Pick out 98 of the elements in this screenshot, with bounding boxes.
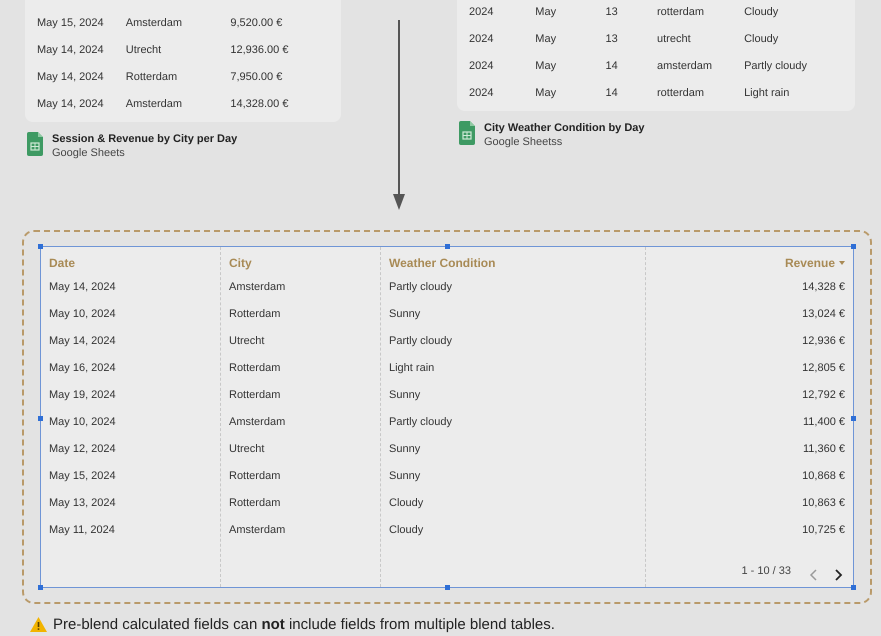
table-cell-text: May 14, 2024 (37, 43, 105, 58)
resize-handle[interactable] (38, 416, 43, 421)
table-cell-text: Amsterdam (126, 97, 184, 112)
table-cell-text: Rotterdam (229, 388, 280, 404)
spreadsheet-file-icon (459, 121, 475, 145)
source-title: City Weather Condition by Day (484, 121, 645, 135)
resize-handle[interactable] (445, 244, 450, 249)
table-cell-text: Rotterdam (229, 361, 280, 376)
table-cell-text: 10,863 € (802, 496, 845, 512)
table-cell-text: May 14, 2024 (49, 280, 116, 296)
table-cell-text: May 12, 2024 (49, 442, 116, 458)
resize-handle[interactable] (851, 416, 856, 421)
column-header[interactable]: Weather Condition (389, 254, 496, 272)
table-cell-text: Utrecht (229, 334, 264, 350)
spreadsheet-file-icon (27, 132, 43, 156)
table-cell-text: Partly cloudy (744, 59, 808, 74)
table-cell-text: 14,328 € (802, 280, 845, 296)
table-cell-text: Rotterdam (229, 496, 280, 512)
table-cell-text: 13,024 € (802, 307, 845, 322)
table-cell-text: May (535, 86, 558, 102)
table-cell-text: 12,936.00 € (230, 43, 290, 58)
column-header[interactable]: City (229, 254, 252, 272)
table-cell-text: Rotterdam (229, 469, 280, 484)
source-title: Session & Revenue by City per Day (52, 132, 238, 146)
table-cell-text: May (535, 59, 558, 74)
table-cell-text: Cloudy (744, 5, 780, 20)
table-cell-text: 2024 (469, 32, 494, 48)
table-cell-text: May 19, 2024 (49, 388, 116, 404)
table-cell-text: May 14, 2024 (37, 97, 105, 112)
table-cell-text: 13 (606, 5, 619, 20)
table-cell-text: rotterdam (657, 86, 706, 102)
table-cell-text: 2024 (469, 5, 494, 20)
chevron-left-icon (809, 569, 817, 581)
table-cell-text: May (535, 32, 558, 48)
resize-handle[interactable] (851, 244, 856, 249)
table-cell-text: 14 (606, 86, 619, 102)
table-cell-text: May 14, 2024 (49, 334, 116, 350)
table-cell-text: Light rain (389, 361, 434, 376)
table-cell-text: Sunny (389, 388, 420, 404)
table-cell-text: May 11, 2024 (49, 523, 115, 538)
table-cell-text: Sunny (389, 442, 420, 458)
table-cell-text: Rotterdam (126, 70, 178, 86)
previous-page-button[interactable] (809, 569, 817, 581)
source-subtitle: Google Sheetss (484, 135, 564, 149)
table-cell-text: 14,328.00 € (230, 97, 290, 112)
warning-icon (30, 617, 47, 632)
table-cell-text: utrecht (657, 32, 692, 48)
table-cell-text: Partly cloudy (389, 415, 452, 430)
table-cell-text: 2024 (469, 59, 494, 74)
table-cell-text: Amsterdam (229, 415, 286, 430)
table-cell-text: Utrecht (126, 43, 162, 58)
table-cell-text: 12,805 € (802, 361, 845, 376)
column-header[interactable]: Date (49, 254, 76, 272)
pagination-label: 1 - 10 / 33 (741, 564, 791, 578)
table-cell-text: Amsterdam (229, 280, 286, 296)
table-cell-text: 10,725 € (802, 523, 845, 538)
table-cell-text: 11,360 € (802, 442, 845, 458)
sort-descending-icon (839, 261, 845, 265)
table-cell-text: 11,400 € (802, 415, 845, 430)
next-page-button[interactable] (835, 569, 843, 581)
warning-message: Pre-blend calculated fields can not include fields from multiple blend tables. (53, 614, 555, 634)
table-cell-text: Amsterdam (229, 523, 286, 538)
table-cell-text: Cloudy (389, 523, 424, 538)
source-subtitle: Google Sheets (52, 146, 126, 160)
table-cell-text: Partly cloudy (389, 280, 452, 296)
table-cell-text: May 16, 2024 (49, 361, 116, 376)
table-cell-text: Cloudy (389, 496, 424, 512)
table-cell-text: 14 (606, 59, 619, 74)
table-cell-text: 12,936 € (802, 334, 845, 350)
table-cell-text: 10,868 € (802, 469, 845, 484)
table-cell-text: 2024 (469, 86, 494, 102)
table-cell-text: 7,950.00 € (230, 70, 284, 86)
column-header[interactable]: Revenue (784, 254, 845, 272)
table-cell-text: 9,520.00 € (230, 16, 284, 32)
table-cell-text: May 13, 2024 (49, 496, 116, 512)
table-cell-text: May 15, 2024 (49, 469, 116, 484)
table-cell-text: 12,792 € (802, 388, 845, 404)
table-cell-text: Sunny (389, 469, 420, 484)
table-cell-text: May 10, 2024 (49, 415, 116, 430)
table-cell-text: May (535, 5, 558, 20)
chevron-right-icon (835, 569, 843, 581)
table-cell-text: rotterdam (657, 5, 706, 20)
table-cell-text: Cloudy (744, 32, 780, 48)
table-cell-text: May 15, 2024 (37, 16, 105, 32)
table-cell-text: Sunny (389, 307, 420, 322)
table-cell-text: Utrecht (229, 442, 264, 458)
table-cell-text: 13 (606, 32, 619, 48)
resize-handle[interactable] (445, 585, 450, 590)
table-cell-text: Amsterdam (126, 16, 184, 32)
table-cell-text: May 10, 2024 (49, 307, 116, 322)
table-cell-text: Light rain (744, 86, 790, 102)
resize-handle[interactable] (851, 585, 856, 590)
table-cell-text: amsterdam (657, 59, 714, 74)
table-cell-text: Partly cloudy (389, 334, 452, 350)
resize-handle[interactable] (38, 585, 43, 590)
resize-handle[interactable] (38, 244, 43, 249)
table-cell-text: Rotterdam (229, 307, 280, 322)
table-cell-text: May 14, 2024 (37, 70, 105, 86)
